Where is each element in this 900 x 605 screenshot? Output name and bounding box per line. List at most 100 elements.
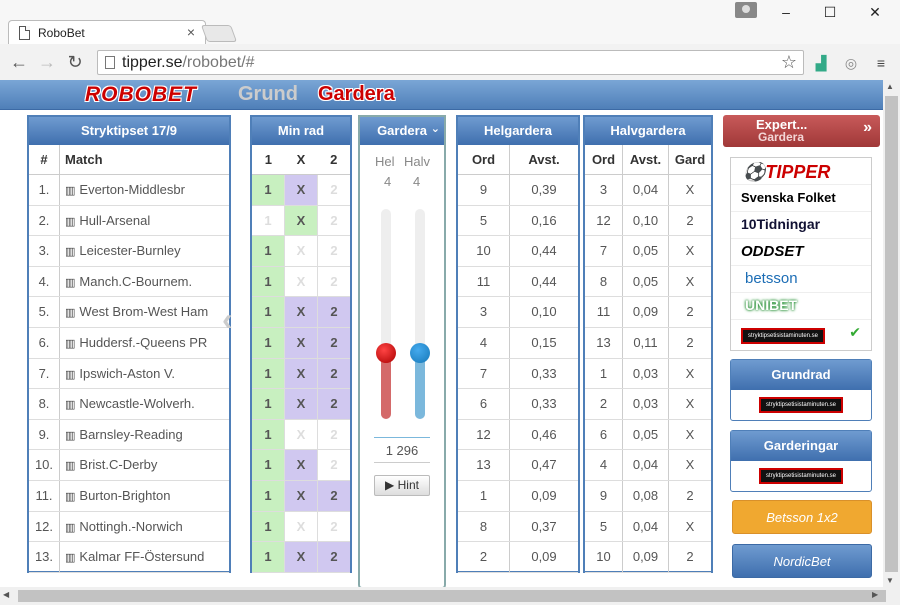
pick-x[interactable]: X xyxy=(285,389,318,419)
pick-2[interactable]: 2 xyxy=(318,236,350,266)
hint-button[interactable]: ▶ Hint xyxy=(374,475,430,496)
source-tipper[interactable]: ⚽TIPPER xyxy=(731,158,871,185)
pick-1[interactable]: 1 xyxy=(252,542,285,572)
pick-1[interactable]: 1 xyxy=(252,358,285,389)
minimize-button[interactable]: – xyxy=(771,4,801,24)
pick-2[interactable]: 2 xyxy=(318,297,350,327)
extension-circle-icon[interactable]: ◎ xyxy=(842,54,860,72)
chart-icon[interactable]: ▥ xyxy=(65,307,75,319)
pick-x[interactable]: X xyxy=(285,419,318,450)
chevron-left-icon[interactable]: ‹ xyxy=(222,301,233,338)
source-svenska-folket[interactable]: Svenska Folket xyxy=(731,185,871,212)
chart-icon[interactable]: ▥ xyxy=(65,430,75,442)
close-tab-icon[interactable]: × xyxy=(187,24,195,40)
source-stryktipset[interactable]: stryktipsetisistaminuten.se ✔ xyxy=(731,320,871,348)
pick-x[interactable]: X xyxy=(285,236,318,266)
scroll-right-icon[interactable]: ▶ xyxy=(872,590,878,599)
vertical-scroll-thumb[interactable] xyxy=(885,96,898,572)
pick-1[interactable]: 1 xyxy=(252,205,285,236)
table-row[interactable]: 11. ▥ Burton-Brighton xyxy=(29,480,229,512)
pick-2[interactable]: 2 xyxy=(318,480,350,511)
expert-dropdown[interactable]: Expert... Gardera » xyxy=(723,115,880,147)
address-bar[interactable]: tipper.se/robobet/# ☆ xyxy=(97,50,804,75)
robobet-logo[interactable]: ROBOBET xyxy=(85,83,197,107)
table-row[interactable]: 4. ▥ Manch.C-Bournem. xyxy=(29,266,229,298)
pick-1[interactable]: 1 xyxy=(252,511,285,542)
pick-x[interactable]: X xyxy=(285,297,318,327)
close-window-button[interactable]: ✕ xyxy=(860,4,890,24)
garderingar-box[interactable]: Garderingar stryktipsetisistaminuten.se xyxy=(730,430,872,492)
nordicbet-button[interactable]: NordicBet xyxy=(732,544,872,578)
halv-slider-knob[interactable] xyxy=(410,343,430,364)
table-row[interactable]: 6. ▥ Huddersf.-Queens PR xyxy=(29,327,229,359)
browser-tab[interactable]: RoboBet × xyxy=(8,20,206,45)
source-oddset[interactable]: ODDSET xyxy=(731,239,871,266)
table-row[interactable]: 9. ▥ Barnsley-Reading xyxy=(29,419,229,451)
betsson-1x2-button[interactable]: Betsson 1x2 xyxy=(732,500,872,534)
source-unibet[interactable]: UNIBET xyxy=(731,293,871,320)
table-row[interactable]: 1. ▥ Everton-Middlesbr xyxy=(29,175,229,206)
pick-2[interactable]: 2 xyxy=(318,175,350,205)
chart-icon[interactable]: ▥ xyxy=(65,277,75,289)
pick-2[interactable]: 2 xyxy=(318,327,350,358)
chart-icon[interactable]: ▥ xyxy=(65,552,75,564)
maximize-button[interactable]: ☐ xyxy=(815,4,845,24)
back-icon[interactable]: ← xyxy=(8,51,30,73)
new-tab-button[interactable] xyxy=(200,25,238,42)
table-row[interactable]: 7. ▥ Ipswich-Aston V. xyxy=(29,358,229,390)
pick-x[interactable]: X xyxy=(285,480,318,511)
pick-x[interactable]: X xyxy=(285,542,318,572)
pick-2[interactable]: 2 xyxy=(318,420,350,450)
pick-2[interactable]: 2 xyxy=(318,358,350,389)
nav-gardera[interactable]: Gardera xyxy=(318,83,395,106)
chart-icon[interactable]: ▥ xyxy=(65,338,75,350)
pick-2[interactable]: 2 xyxy=(318,267,350,297)
pick-1[interactable]: 1 xyxy=(252,266,285,297)
nav-grund[interactable]: Grund xyxy=(238,83,298,106)
table-row[interactable]: 8. ▥ Newcastle-Wolverh. xyxy=(29,389,229,420)
table-row[interactable]: 3. ▥ Leicester-Burnley xyxy=(29,236,229,267)
pick-1[interactable]: 1 xyxy=(252,389,285,419)
chart-icon[interactable]: ▥ xyxy=(65,246,75,258)
chart-icon[interactable]: ▥ xyxy=(65,185,75,197)
pick-x[interactable]: X xyxy=(285,511,318,542)
pick-x[interactable]: X xyxy=(285,266,318,297)
pick-x[interactable]: X xyxy=(285,175,318,205)
chart-icon[interactable]: ▥ xyxy=(65,399,75,411)
pick-2[interactable]: 2 xyxy=(318,389,350,419)
bookmark-star-icon[interactable]: ☆ xyxy=(781,52,797,73)
chart-icon[interactable]: ▥ xyxy=(65,216,75,228)
pick-x[interactable]: X xyxy=(285,358,318,389)
extension-chart-icon[interactable]: ▟ xyxy=(812,54,830,72)
pick-1[interactable]: 1 xyxy=(252,327,285,358)
table-row[interactable]: 13. ▥ Kalmar FF-Östersund xyxy=(29,542,229,573)
pick-x[interactable]: X xyxy=(285,205,318,236)
chart-icon[interactable]: ▥ xyxy=(65,369,75,381)
grundrad-box[interactable]: Grundrad stryktipsetisistaminuten.se xyxy=(730,359,872,421)
gardera-header[interactable]: Gardera ⌄ xyxy=(360,117,444,145)
pick-1[interactable]: 1 xyxy=(252,175,285,205)
pick-2[interactable]: 2 xyxy=(318,450,350,480)
source-betsson[interactable]: betsson xyxy=(731,266,871,293)
horizontal-scroll-thumb[interactable] xyxy=(18,590,886,602)
menu-icon[interactable]: ≡ xyxy=(872,54,890,72)
pick-1[interactable]: 1 xyxy=(252,297,285,327)
forward-icon[interactable]: → xyxy=(36,51,58,73)
pick-1[interactable]: 1 xyxy=(252,480,285,511)
pick-2[interactable]: 2 xyxy=(318,542,350,572)
source-10tidningar[interactable]: 10Tidningar xyxy=(731,212,871,239)
pick-x[interactable]: X xyxy=(285,450,318,480)
table-row[interactable]: 2. ▥ Hull-Arsenal xyxy=(29,205,229,237)
chart-icon[interactable]: ▥ xyxy=(65,522,75,534)
chart-icon[interactable]: ▥ xyxy=(65,491,75,503)
scroll-up-icon[interactable]: ▲ xyxy=(886,82,894,91)
pick-1[interactable]: 1 xyxy=(252,236,285,266)
pick-2[interactable]: 2 xyxy=(318,206,350,236)
pick-1[interactable]: 1 xyxy=(252,450,285,480)
hel-slider-knob[interactable] xyxy=(376,343,396,364)
table-row[interactable]: 12. ▥ Nottingh.-Norwich xyxy=(29,511,229,543)
table-row[interactable]: 10. ▥ Brist.C-Derby xyxy=(29,450,229,481)
reload-icon[interactable]: ↻ xyxy=(64,51,86,73)
pick-x[interactable]: X xyxy=(285,327,318,358)
user-profile-icon[interactable] xyxy=(735,2,757,18)
